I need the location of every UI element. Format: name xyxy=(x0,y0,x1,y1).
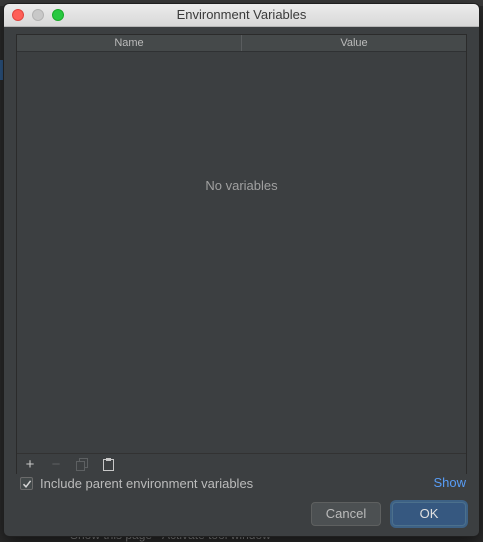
clipboard-icon[interactable] xyxy=(95,454,121,474)
column-header-value[interactable]: Value xyxy=(242,35,466,51)
ok-button[interactable]: OK xyxy=(392,502,466,526)
include-parent-label: Include parent environment variables xyxy=(40,476,254,491)
dialog-title: Environment Variables xyxy=(176,7,307,22)
checkmark-icon xyxy=(22,479,31,488)
plus-icon[interactable]: + xyxy=(17,454,43,474)
table-header: Name Value xyxy=(17,35,466,52)
include-parent-checkbox[interactable] xyxy=(20,477,33,490)
include-parent-option[interactable]: Include parent environment variables xyxy=(20,476,253,491)
copy-icon[interactable] xyxy=(69,454,95,474)
copy-icon-glyph xyxy=(76,457,88,471)
variables-table[interactable]: Name Value No variables + − xyxy=(16,34,467,474)
minus-icon[interactable]: − xyxy=(43,454,69,474)
column-header-name[interactable]: Name xyxy=(17,35,242,51)
environment-variables-dialog: Environment Variables Name Value No vari… xyxy=(4,4,479,536)
title-bar[interactable]: Environment Variables xyxy=(4,4,479,27)
table-toolbar: + − xyxy=(17,453,466,474)
cancel-button[interactable]: Cancel xyxy=(311,502,381,526)
clipboard-icon-glyph xyxy=(102,457,114,471)
empty-table-message: No variables xyxy=(205,178,278,193)
show-link[interactable]: Show xyxy=(433,475,466,490)
